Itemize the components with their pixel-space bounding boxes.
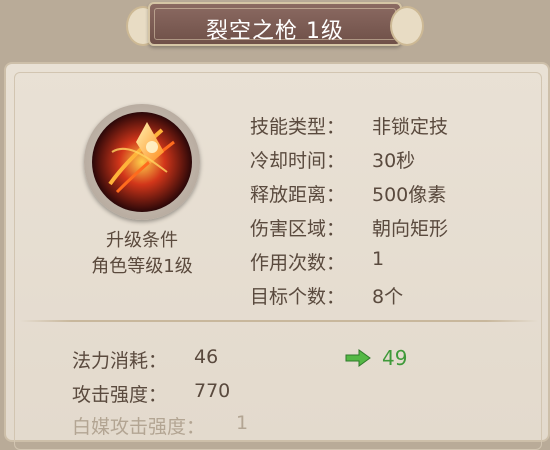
skill-icon-frame	[84, 104, 200, 220]
skill-lance-icon	[92, 112, 192, 212]
info-value-count: 1	[372, 248, 385, 270]
stat-value-attack: 770	[194, 380, 231, 402]
stat-value-mana: 46	[194, 346, 219, 368]
stat-label-attack: 攻击强度：	[72, 384, 168, 406]
stat-label-mana: 法力消耗：	[72, 350, 168, 372]
scroll-ornament-right	[390, 6, 424, 46]
info-value-type: 非锁定技	[372, 116, 449, 138]
upgrade-requirement-detail: 角色等级1级	[91, 256, 193, 277]
title-banner: 裂空之枪 1级	[126, 0, 424, 50]
section-divider	[20, 320, 538, 322]
info-value-area: 朝向矩形	[372, 218, 449, 240]
info-value-cooldown: 30秒	[372, 150, 416, 172]
title-plate: 裂空之枪 1级	[148, 2, 402, 46]
skill-title: 裂空之枪 1级	[206, 19, 344, 44]
info-label-range: 释放距离：	[250, 184, 346, 206]
upgrade-requirement-title: 升级条件	[106, 230, 178, 251]
info-label-cooldown: 冷却时间：	[250, 150, 346, 172]
info-label-area: 伤害区域：	[250, 218, 346, 240]
green-arrow-icon	[345, 349, 371, 367]
info-label-targets: 目标个数：	[250, 286, 346, 308]
info-value-targets: 8个	[372, 286, 404, 308]
info-value-range: 500像素	[372, 184, 447, 206]
stat-value-partial: 1	[236, 412, 249, 434]
stat-next-mana: 49	[382, 346, 408, 370]
info-label-count: 作用次数：	[250, 252, 346, 274]
info-label-type: 技能类型：	[250, 116, 346, 138]
